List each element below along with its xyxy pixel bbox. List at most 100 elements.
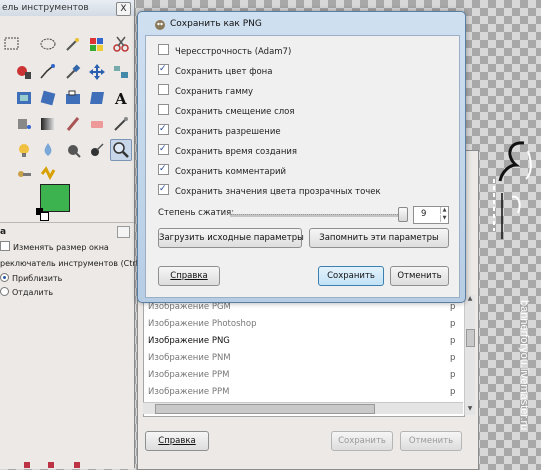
zoom-out-option[interactable]: Отдалить bbox=[0, 287, 53, 297]
text-tool-icon[interactable]: A bbox=[111, 88, 131, 108]
ink-icon[interactable] bbox=[87, 140, 107, 160]
list-item[interactable]: Изображение Photoshop bbox=[148, 316, 256, 332]
spin-down-icon[interactable]: ▼ bbox=[440, 215, 448, 222]
resolution-checkbox[interactable] bbox=[158, 122, 169, 136]
file-type-list[interactable]: Изображение PGM p Изображение Photoshop … bbox=[143, 295, 465, 417]
color-swatches[interactable] bbox=[36, 182, 96, 222]
creation-time-checkbox[interactable] bbox=[158, 142, 169, 156]
eraser-icon[interactable] bbox=[87, 114, 107, 134]
zoom-out-radio[interactable] bbox=[0, 287, 9, 296]
rotate-icon[interactable] bbox=[38, 88, 58, 108]
load-defaults-button[interactable]: Загрузить исходные параметры bbox=[158, 228, 304, 248]
scissors-icon[interactable] bbox=[111, 34, 131, 54]
spin-up-icon[interactable]: ▲ bbox=[440, 207, 448, 214]
strip-mark bbox=[74, 462, 80, 468]
list-item-ext: p bbox=[450, 370, 456, 380]
list-item-ext: p bbox=[450, 353, 456, 363]
hscroll-thumb[interactable] bbox=[155, 404, 375, 414]
strip-mark bbox=[24, 462, 30, 468]
tool-toggle-label: реключатель инструментов (Ctrl) bbox=[0, 259, 142, 268]
scroll-thumb[interactable] bbox=[466, 329, 475, 347]
save-as-png-dialog: Сохранить как PNG Чересстрочность (Adam7… bbox=[137, 11, 466, 303]
clone-icon[interactable] bbox=[14, 140, 34, 160]
move-icon[interactable] bbox=[87, 62, 107, 82]
resize-window-option[interactable]: Изменять размер окна bbox=[0, 241, 109, 252]
gamma-checkbox[interactable] bbox=[158, 84, 169, 95]
tool-options-title: а bbox=[0, 227, 7, 237]
zoom-icon[interactable] bbox=[110, 139, 132, 161]
airbrush-icon[interactable] bbox=[111, 114, 131, 134]
compression-slider-thumb[interactable] bbox=[398, 207, 408, 222]
option-comment[interactable]: Сохранить комментарий bbox=[158, 162, 287, 178]
watermark-text: bannerforyou.livemaster.ru bbox=[518, 300, 530, 431]
align-icon[interactable] bbox=[111, 62, 131, 82]
zoom-in-radio[interactable] bbox=[0, 273, 9, 282]
list-item[interactable]: Изображение PPM bbox=[148, 367, 229, 383]
bg-color-checkbox[interactable] bbox=[158, 62, 169, 76]
scroll-up-icon[interactable]: ▲ bbox=[466, 295, 474, 303]
option-resolution[interactable]: Сохранить разрешение bbox=[158, 122, 281, 138]
compression-value: 9 bbox=[421, 209, 427, 219]
compression-label: Степень сжатия: bbox=[158, 208, 235, 218]
resize-window-label: Изменять размер окна bbox=[13, 243, 109, 252]
list-item[interactable]: Изображение PPM bbox=[148, 384, 229, 400]
rect-select-icon[interactable] bbox=[2, 34, 22, 54]
horizontal-scrollbar[interactable] bbox=[143, 402, 463, 414]
layer-offset-checkbox[interactable] bbox=[158, 104, 169, 115]
foreground-select-icon[interactable] bbox=[14, 62, 34, 82]
paintbrush-icon[interactable] bbox=[63, 114, 83, 134]
interlace-checkbox[interactable] bbox=[158, 44, 169, 55]
save-defaults-button[interactable]: Запомнить эти параметры bbox=[309, 228, 449, 248]
foreground-color-swatch[interactable] bbox=[40, 184, 70, 212]
vertical-scrollbar[interactable]: ▲ ▼ bbox=[464, 295, 475, 415]
zoom-out-label: Отдалить bbox=[12, 288, 54, 297]
default-colors-bg-icon bbox=[40, 212, 49, 221]
help-label: Справка bbox=[170, 271, 208, 281]
comment-checkbox[interactable] bbox=[158, 162, 169, 176]
smudge-icon[interactable] bbox=[38, 140, 58, 160]
measure-icon[interactable] bbox=[14, 164, 34, 184]
dodge-burn-icon[interactable] bbox=[63, 140, 83, 160]
back-save-button[interactable]: Сохранить bbox=[331, 431, 393, 451]
option-bg-color[interactable]: Сохранить цвет фона bbox=[158, 62, 273, 78]
strip-mark bbox=[48, 462, 54, 468]
cancel-button[interactable]: Отменить bbox=[390, 266, 449, 286]
toolbox-close-button[interactable]: X bbox=[116, 2, 131, 16]
list-item[interactable]: Изображение PNM bbox=[148, 350, 231, 366]
option-transparent-values[interactable]: Сохранить значения цвета прозрачных точе… bbox=[158, 182, 381, 198]
ellipse-select-icon[interactable] bbox=[38, 34, 58, 54]
back-help-button[interactable]: Справка bbox=[145, 431, 209, 451]
scroll-down-icon[interactable]: ▼ bbox=[466, 405, 474, 413]
crop-icon[interactable] bbox=[14, 88, 34, 108]
option-interlace[interactable]: Чересстрочность (Adam7) bbox=[158, 44, 291, 58]
bg-color-label: Сохранить цвет фона bbox=[175, 67, 273, 77]
option-layer-offset[interactable]: Сохранить смещение слоя bbox=[158, 104, 295, 118]
warp-icon[interactable] bbox=[38, 164, 58, 184]
gamma-label: Сохранить гамму bbox=[175, 87, 254, 97]
list-item-ext: p bbox=[450, 319, 456, 329]
shear-icon[interactable] bbox=[87, 88, 107, 108]
color-picker-icon[interactable] bbox=[63, 62, 83, 82]
gradient-icon[interactable] bbox=[38, 114, 58, 134]
zoom-in-label: Приблизить bbox=[12, 274, 63, 283]
bucket-fill-icon[interactable] bbox=[14, 114, 34, 134]
resize-window-checkbox[interactable] bbox=[0, 241, 10, 251]
option-gamma[interactable]: Сохранить гамму bbox=[158, 84, 253, 98]
paths-icon[interactable] bbox=[38, 62, 58, 82]
option-creation-time[interactable]: Сохранить время создания bbox=[158, 142, 297, 158]
compression-spinbox[interactable]: 9 ▲ ▼ bbox=[413, 206, 449, 224]
comment-label: Сохранить комментарий bbox=[175, 167, 287, 177]
compression-slider[interactable] bbox=[230, 214, 406, 217]
fuzzy-select-icon[interactable] bbox=[63, 34, 83, 54]
color-select-icon[interactable] bbox=[87, 34, 107, 54]
zoom-in-option[interactable]: Приблизить bbox=[0, 273, 62, 283]
transparent-values-checkbox[interactable] bbox=[158, 182, 169, 196]
list-item-selected[interactable]: Изображение PNG bbox=[148, 333, 230, 349]
help-button[interactable]: Справка bbox=[158, 266, 220, 286]
list-item-ext: p bbox=[450, 387, 456, 397]
tool-options-menu-button[interactable] bbox=[117, 226, 130, 238]
save-button[interactable]: Сохранить bbox=[318, 266, 384, 286]
back-cancel-button[interactable]: Отменить bbox=[400, 431, 462, 451]
scale-icon[interactable] bbox=[63, 88, 83, 108]
toolbox-title: ель инструментов bbox=[0, 0, 134, 16]
